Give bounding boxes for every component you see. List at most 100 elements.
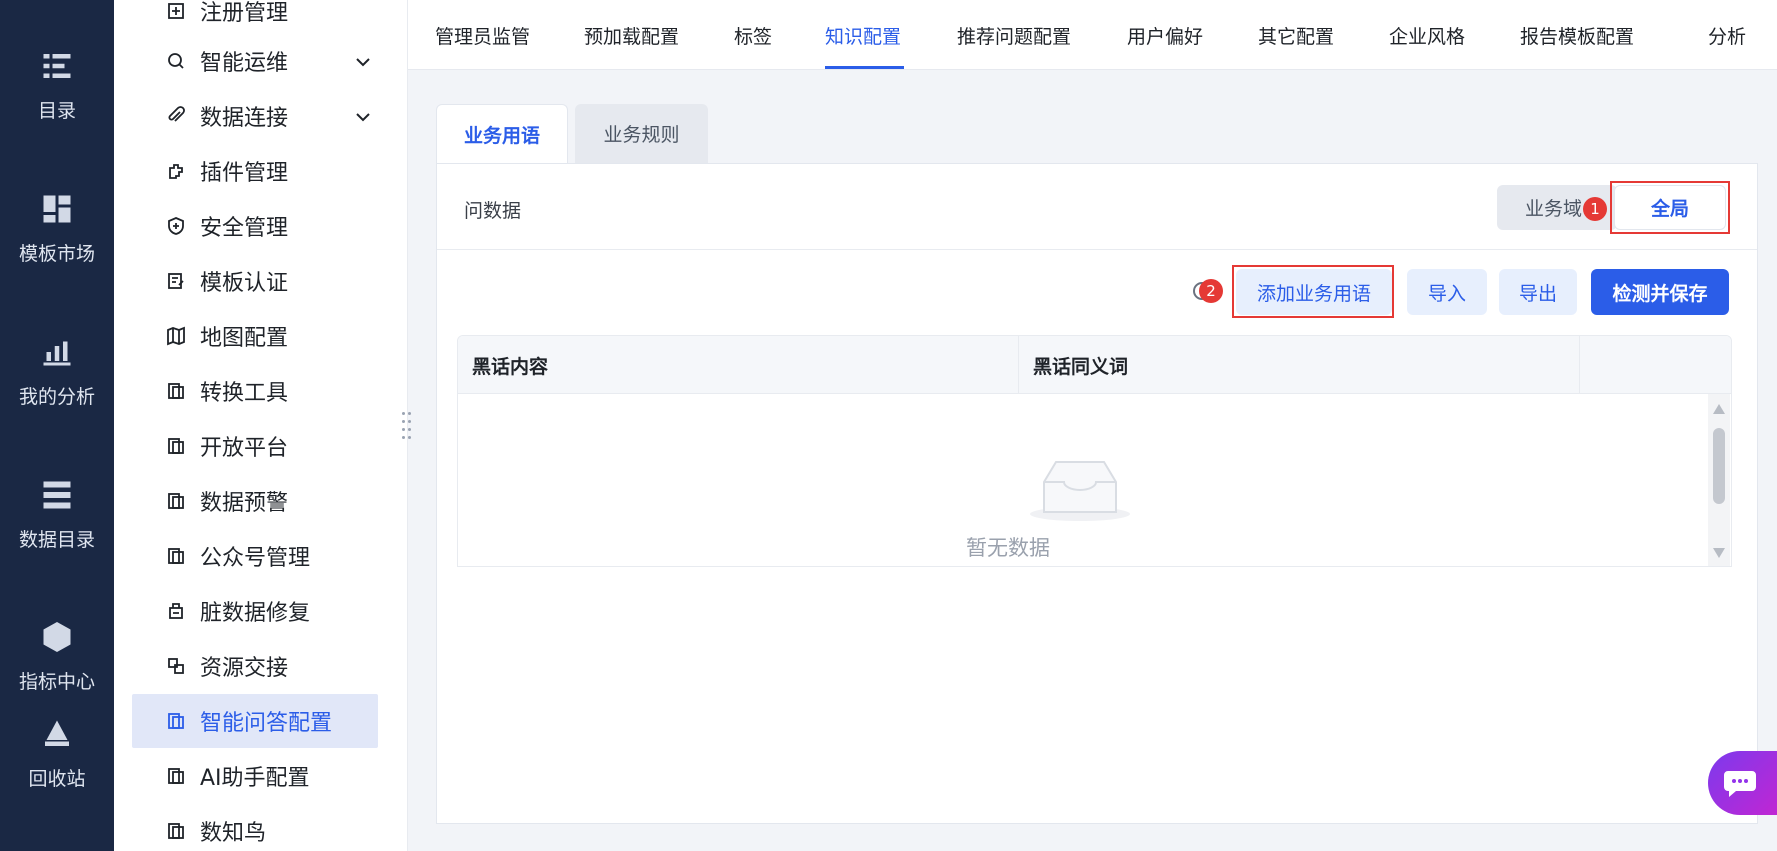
tab-admin-monitor[interactable]: 管理员监管 [435,22,530,49]
rail-item-data-catalog[interactable]: 数据目录 [0,477,114,552]
table-scrollbar[interactable] [1708,394,1730,566]
document-icon [166,546,186,566]
sidebar-item-data-connection[interactable]: 数据连接 [132,89,378,143]
sidebar-item-label: 智能问答配置 [200,711,333,736]
sidebar-item-registration[interactable]: 注册管理 [132,0,378,38]
sidebar-item-plugins[interactable]: 插件管理 [132,144,378,198]
tab-recommended-questions[interactable]: 推荐问题配置 [957,22,1071,49]
metrics-hexagon-icon [43,622,71,652]
tab-report-template[interactable]: 报告模板配置 [1520,22,1634,49]
tab-preload-config[interactable]: 预加载配置 [584,22,679,49]
sidebar-item-ai-assistant[interactable]: AI助手配置 [132,749,378,803]
chevron-down-icon[interactable] [354,107,372,125]
sidebar-item-map-config[interactable]: 地图配置 [132,309,378,363]
chat-bubble-icon [1724,771,1756,797]
config-tab-bar: 管理员监管 预加载配置 标签 知识配置 推荐问题配置 用户偏好 其它配置 企业风… [408,0,1777,70]
column-header-jargon: 黑话内容 [458,336,1019,394]
sidebar-item-data-alert[interactable]: 数据预警 [132,474,378,528]
sidebar-item-resource-handover[interactable]: 资源交接 [132,639,378,693]
export-button[interactable]: 导出 [1499,269,1577,315]
scrollbar-thumb[interactable] [1713,428,1725,504]
rail-label: 数据目录 [18,529,95,551]
catalog-icon [43,54,71,78]
highlight-box-1 [1610,181,1730,234]
scroll-down-arrow-icon[interactable] [1713,548,1725,558]
tab-user-preferences[interactable]: 用户偏好 [1127,22,1203,49]
document-icon [166,711,186,731]
rail-item-my-analysis[interactable]: 我的分析 [0,334,114,409]
sidebar-item-template-cert[interactable]: 模板认证 [132,254,378,308]
rail-label: 回收站 [28,768,86,790]
card-header: 问数据 业务域 全局 1 [437,164,1757,250]
sidebar-item-dirty-data[interactable]: 脏数据修复 [132,584,378,638]
import-button[interactable]: 导入 [1407,269,1487,315]
certificate-icon [166,271,186,291]
sidebar-item-security[interactable]: 安全管理 [132,199,378,253]
rail-item-recycle-bin[interactable]: 回收站 [0,716,114,791]
sidebar-item-label: 智能运维 [200,51,289,76]
analysis-chart-icon [43,341,71,366]
tab-knowledge-config[interactable]: 知识配置 [825,22,901,49]
handover-icon [166,656,186,676]
rail-label: 目录 [37,100,76,122]
repair-icon [166,601,186,621]
subtab-business-terms[interactable]: 业务用语 [436,104,568,163]
subtab-business-rules[interactable]: 业务规则 [575,104,708,163]
sidebar-item-label: 转换工具 [200,381,289,406]
scope-business-label: 业务域 [1525,198,1583,220]
column-header-synonyms: 黑话同义词 [1019,336,1580,394]
registration-icon [166,1,186,21]
template-market-icon [43,195,71,223]
document-icon [166,491,186,511]
sidebar-item-shuzhiniao[interactable]: 数知鸟 [132,804,378,851]
step-badge-2: 2 [1199,279,1223,303]
sidebar-item-label: 插件管理 [200,161,289,186]
sidebar-item-label: 安全管理 [200,216,289,241]
table-header: 黑话内容 黑话同义词 [458,336,1731,394]
settings-sidebar: 注册管理 智能运维 数据连接 插件管理 安全管理 模板认证 地图配置 转换工具 … [114,0,408,851]
sidebar-item-label: 数知鸟 [200,821,267,846]
rail-item-metrics-center[interactable]: 指标中心 [0,619,114,694]
rail-label: 模板市场 [18,243,95,265]
recycle-bin-icon [45,720,69,746]
sidebar-item-label: 数据预警 [200,491,289,516]
sidebar-item-smart-qa[interactable]: 智能问答配置 [132,694,378,748]
rail-item-template-market[interactable]: 模板市场 [0,191,114,266]
sidebar-item-label: 脏数据修复 [200,601,311,626]
step-badge-1: 1 [1583,197,1607,221]
sidebar-item-ops[interactable]: 智能运维 [132,34,378,88]
tab-enterprise-style[interactable]: 企业风格 [1389,22,1465,49]
sidebar-resize-handle[interactable] [401,412,413,440]
shield-icon [166,216,186,236]
card-title: 问数据 [464,200,522,222]
business-terms-table: 黑话内容 黑话同义词 暂无数据 [457,335,1732,567]
sidebar-item-official-account[interactable]: 公众号管理 [132,529,378,583]
tab-analysis[interactable]: 分析 [1708,22,1746,49]
highlight-box-2 [1232,265,1394,318]
sidebar-item-label: 数据连接 [200,106,289,131]
map-icon [166,326,186,346]
rail-label: 我的分析 [18,386,95,408]
sidebar-item-convert-tool[interactable]: 转换工具 [132,364,378,418]
app-rail: 目录 模板市场 我的分析 数据目录 指标中心 回收站 [0,0,114,851]
rail-item-catalog[interactable]: 目录 [0,48,114,123]
empty-state-text: 暂无数据 [966,536,1050,560]
sidebar-item-label: AI助手配置 [200,766,310,791]
chevron-down-icon[interactable] [354,52,372,70]
scroll-up-arrow-icon[interactable] [1713,404,1725,414]
tab-tags[interactable]: 标签 [734,22,772,49]
ai-chat-button[interactable] [1708,751,1777,815]
sidebar-item-label: 模板认证 [200,271,289,296]
document-icon [166,436,186,456]
document-icon [166,766,186,786]
paperclip-icon [166,106,186,126]
sidebar-item-label: 注册管理 [200,1,289,26]
sidebar-item-label: 地图配置 [200,326,289,351]
tab-other-config[interactable]: 其它配置 [1258,22,1334,49]
data-catalog-icon [43,481,71,509]
empty-inbox-icon [1030,461,1130,521]
puzzle-icon [166,161,186,181]
document-icon [166,381,186,401]
check-and-save-button[interactable]: 检测并保存 [1591,269,1729,315]
sidebar-item-open-platform[interactable]: 开放平台 [132,419,378,473]
